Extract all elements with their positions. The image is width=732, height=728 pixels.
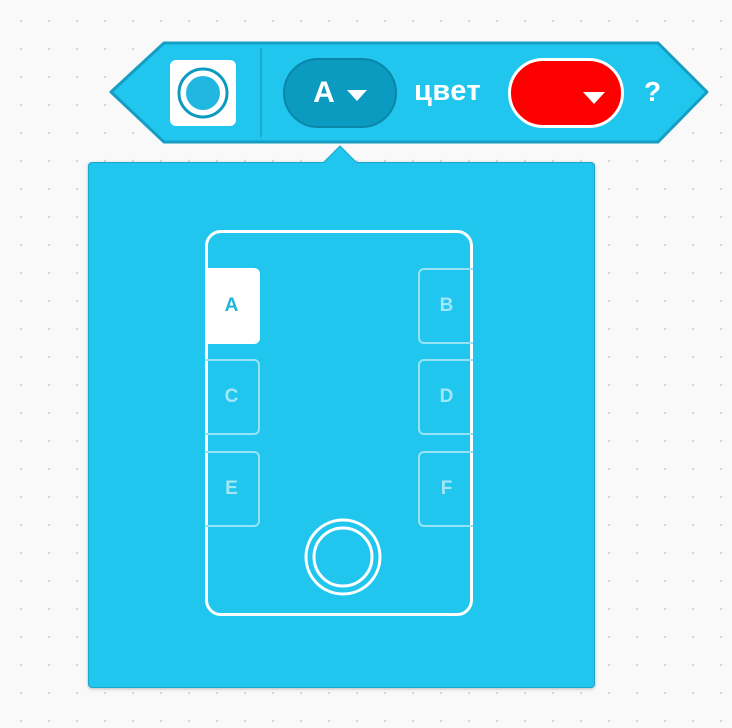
port-label: B bbox=[439, 295, 454, 316]
chevron-down-icon bbox=[346, 89, 367, 101]
port-label: C bbox=[224, 386, 239, 407]
hub-outline: A B C D E F bbox=[205, 230, 473, 616]
port-label: D bbox=[439, 386, 454, 407]
port-d[interactable]: D bbox=[418, 359, 473, 435]
block-label: цвет bbox=[414, 75, 482, 107]
port-dropdown[interactable]: A bbox=[283, 58, 397, 128]
color-sensor-block[interactable]: A цвет ? bbox=[108, 40, 710, 145]
port-label: A bbox=[224, 295, 239, 316]
chevron-down-icon bbox=[583, 92, 605, 104]
port-b[interactable]: B bbox=[418, 268, 473, 344]
port-a[interactable]: A bbox=[205, 268, 260, 344]
port-label: E bbox=[225, 478, 238, 499]
port-f[interactable]: F bbox=[418, 451, 473, 527]
color-sensor-icon[interactable] bbox=[170, 60, 236, 126]
block-divider bbox=[260, 48, 262, 137]
question-mark: ? bbox=[644, 76, 662, 107]
port-dropdown-value: A bbox=[313, 76, 335, 109]
hub-center-button-icon bbox=[304, 518, 382, 596]
sensor-circle-icon bbox=[177, 67, 229, 119]
color-dropdown[interactable] bbox=[508, 58, 624, 128]
port-label: F bbox=[440, 478, 453, 499]
port-e[interactable]: E bbox=[205, 451, 260, 527]
port-c[interactable]: C bbox=[205, 359, 260, 435]
port-picker-popup: A B C D E F bbox=[88, 145, 595, 688]
popup-arrow bbox=[322, 145, 358, 165]
